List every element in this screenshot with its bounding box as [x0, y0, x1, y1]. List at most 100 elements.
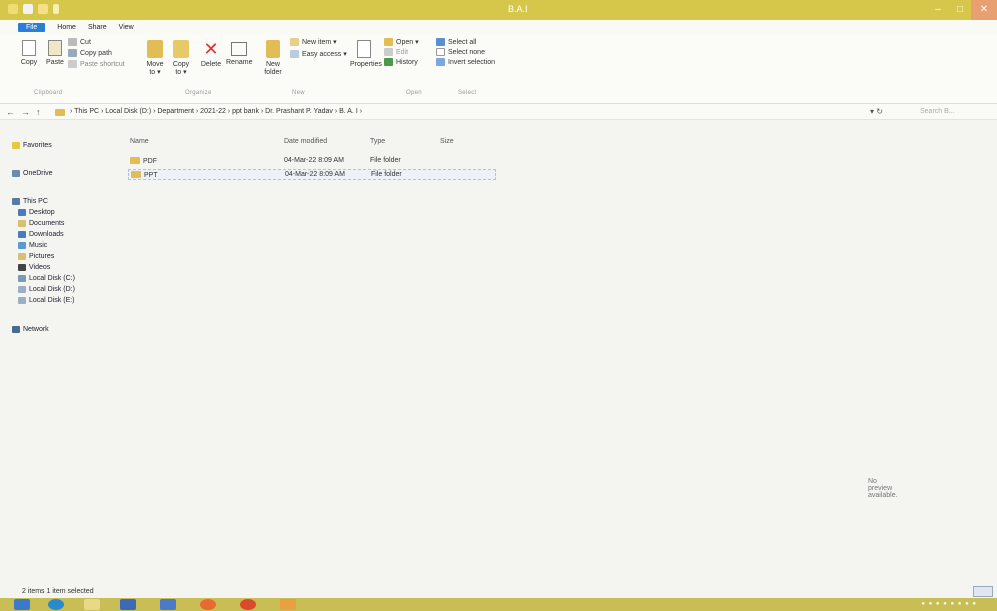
delete-button[interactable]: ✕ Delete	[199, 40, 223, 69]
properties-button[interactable]: Properties	[350, 40, 382, 69]
downloads-icon	[18, 231, 26, 238]
sidebar-item-network[interactable]: Network	[12, 326, 49, 333]
column-header-name[interactable]: Name	[130, 138, 149, 145]
customize-qat-icon[interactable]	[53, 4, 59, 14]
file-date: 04-Mar-22 8:09 AM	[285, 171, 345, 178]
column-header-size[interactable]: Size	[440, 138, 454, 145]
sidebar-item-local-disk-e[interactable]: Local Disk (E:)	[18, 297, 75, 304]
new-item-icon	[290, 38, 299, 46]
tab-share[interactable]: Share	[88, 24, 107, 31]
documents-icon	[18, 220, 26, 227]
desktop-icon	[18, 209, 26, 216]
open-icon	[384, 38, 393, 46]
new-folder-button[interactable]: New folder	[262, 40, 284, 77]
view-toggle-button[interactable]	[973, 586, 993, 597]
sidebar-item-pictures[interactable]: Pictures	[18, 253, 54, 260]
forward-button[interactable]: →	[21, 107, 30, 117]
title-bar: B.A.I – □ ✕	[0, 0, 997, 20]
sidebar-item-onedrive[interactable]: OneDrive	[12, 170, 53, 177]
sidebar-item-this-pc[interactable]: This PC	[12, 198, 48, 205]
ribbon: Copy Paste Cut Copy path Paste shortcut …	[0, 34, 997, 104]
copy-button[interactable]: Copy	[18, 40, 40, 67]
tab-view[interactable]: View	[119, 24, 134, 31]
table-row[interactable]: PPT 04-Mar-22 8:09 AM File folder	[128, 169, 496, 180]
browser-icon[interactable]	[48, 599, 64, 610]
close-button[interactable]: ✕	[971, 0, 997, 20]
sidebar-item-documents[interactable]: Documents	[18, 220, 64, 227]
select-none-button[interactable]: Select none	[436, 48, 485, 56]
group-label-open: Open	[406, 90, 422, 96]
app-icon	[8, 4, 18, 14]
quick-access-toolbar	[8, 4, 59, 14]
sidebar-item-local-disk-d[interactable]: Local Disk (D:)	[18, 286, 75, 293]
music-icon	[18, 242, 26, 249]
network-icon	[12, 326, 20, 333]
rename-button[interactable]: Rename	[226, 40, 252, 67]
breadcrumb[interactable]: › This PC › Local Disk (D:) › Department…	[70, 108, 362, 115]
status-bar: 2 items 1 item selected	[0, 586, 997, 598]
sidebar-item-desktop[interactable]: Desktop	[18, 209, 55, 216]
history-button[interactable]: History	[384, 58, 418, 66]
copy-icon	[22, 40, 36, 56]
up-button[interactable]: ↑	[36, 107, 41, 117]
new-item-button[interactable]: New item ▾	[290, 38, 337, 46]
taskbar: ● ● ● ● ● ● ● ●	[0, 598, 997, 611]
folder-icon	[131, 171, 141, 178]
move-to-icon	[147, 40, 163, 58]
select-all-button[interactable]: Select all	[436, 38, 476, 46]
history-icon	[384, 58, 393, 66]
move-to-button[interactable]: Move to ▾	[144, 40, 166, 77]
sidebar-item-music[interactable]: Music	[18, 242, 47, 249]
properties-icon[interactable]	[23, 4, 33, 14]
tab-home[interactable]: Home	[57, 24, 76, 31]
paste-button[interactable]: Paste	[44, 40, 66, 67]
group-label-clipboard: Clipboard	[34, 90, 63, 96]
easy-access-icon	[290, 50, 299, 58]
paste-shortcut-button[interactable]: Paste shortcut	[68, 60, 125, 68]
open-button[interactable]: Open ▾	[384, 38, 419, 46]
column-header-date[interactable]: Date modified	[284, 138, 327, 145]
back-button[interactable]: ←	[6, 107, 15, 117]
cut-button[interactable]: Cut	[68, 38, 91, 46]
sidebar-item-videos[interactable]: Videos	[18, 264, 50, 271]
sidebar-item-favorites[interactable]: Favorites	[12, 142, 52, 149]
maximize-button[interactable]: □	[949, 0, 971, 20]
paste-icon	[48, 40, 62, 56]
sidebar-item-downloads[interactable]: Downloads	[18, 231, 64, 238]
select-all-icon	[436, 38, 445, 46]
system-tray[interactable]: ● ● ● ● ● ● ● ●	[921, 601, 977, 607]
window-title: B.A.I	[508, 4, 528, 14]
app-icon[interactable]	[280, 599, 296, 610]
invert-selection-icon	[436, 58, 445, 66]
edit-button[interactable]: Edit	[384, 48, 408, 56]
drive-icon	[18, 275, 26, 282]
copy-to-button[interactable]: Copy to ▾	[170, 40, 192, 77]
refresh-button[interactable]: ▾ ↻	[870, 107, 883, 116]
column-header-type[interactable]: Type	[370, 138, 385, 145]
chrome-icon[interactable]	[240, 599, 256, 610]
copy-path-button[interactable]: Copy path	[68, 49, 112, 57]
file-name: PDF	[143, 158, 157, 165]
drive-icon	[18, 286, 26, 293]
table-row[interactable]: PDF 04-Mar-22 8:09 AM File folder	[128, 156, 496, 167]
new-folder-icon[interactable]	[38, 4, 48, 14]
file-explorer-icon[interactable]	[84, 599, 100, 610]
word-icon[interactable]	[120, 599, 136, 610]
group-label-organize: Organize	[185, 90, 212, 96]
drive-icon	[18, 297, 26, 304]
cloud-icon	[12, 170, 20, 177]
tab-file[interactable]: File	[18, 22, 46, 32]
app-icon[interactable]	[160, 599, 176, 610]
rename-icon	[231, 42, 247, 56]
easy-access-button[interactable]: Easy access ▾	[290, 50, 347, 58]
media-player-icon[interactable]	[200, 599, 216, 610]
start-icon[interactable]	[14, 599, 30, 610]
minimize-button[interactable]: –	[927, 0, 949, 20]
sidebar-item-local-disk-c[interactable]: Local Disk (C:)	[18, 275, 75, 282]
cut-icon	[68, 38, 77, 46]
search-input[interactable]: Search B...	[900, 106, 995, 118]
ribbon-tabs: File Home Share View	[0, 20, 997, 34]
file-type: File folder	[370, 157, 401, 164]
invert-selection-button[interactable]: Invert selection	[436, 58, 495, 66]
file-name: PPT	[144, 172, 158, 179]
